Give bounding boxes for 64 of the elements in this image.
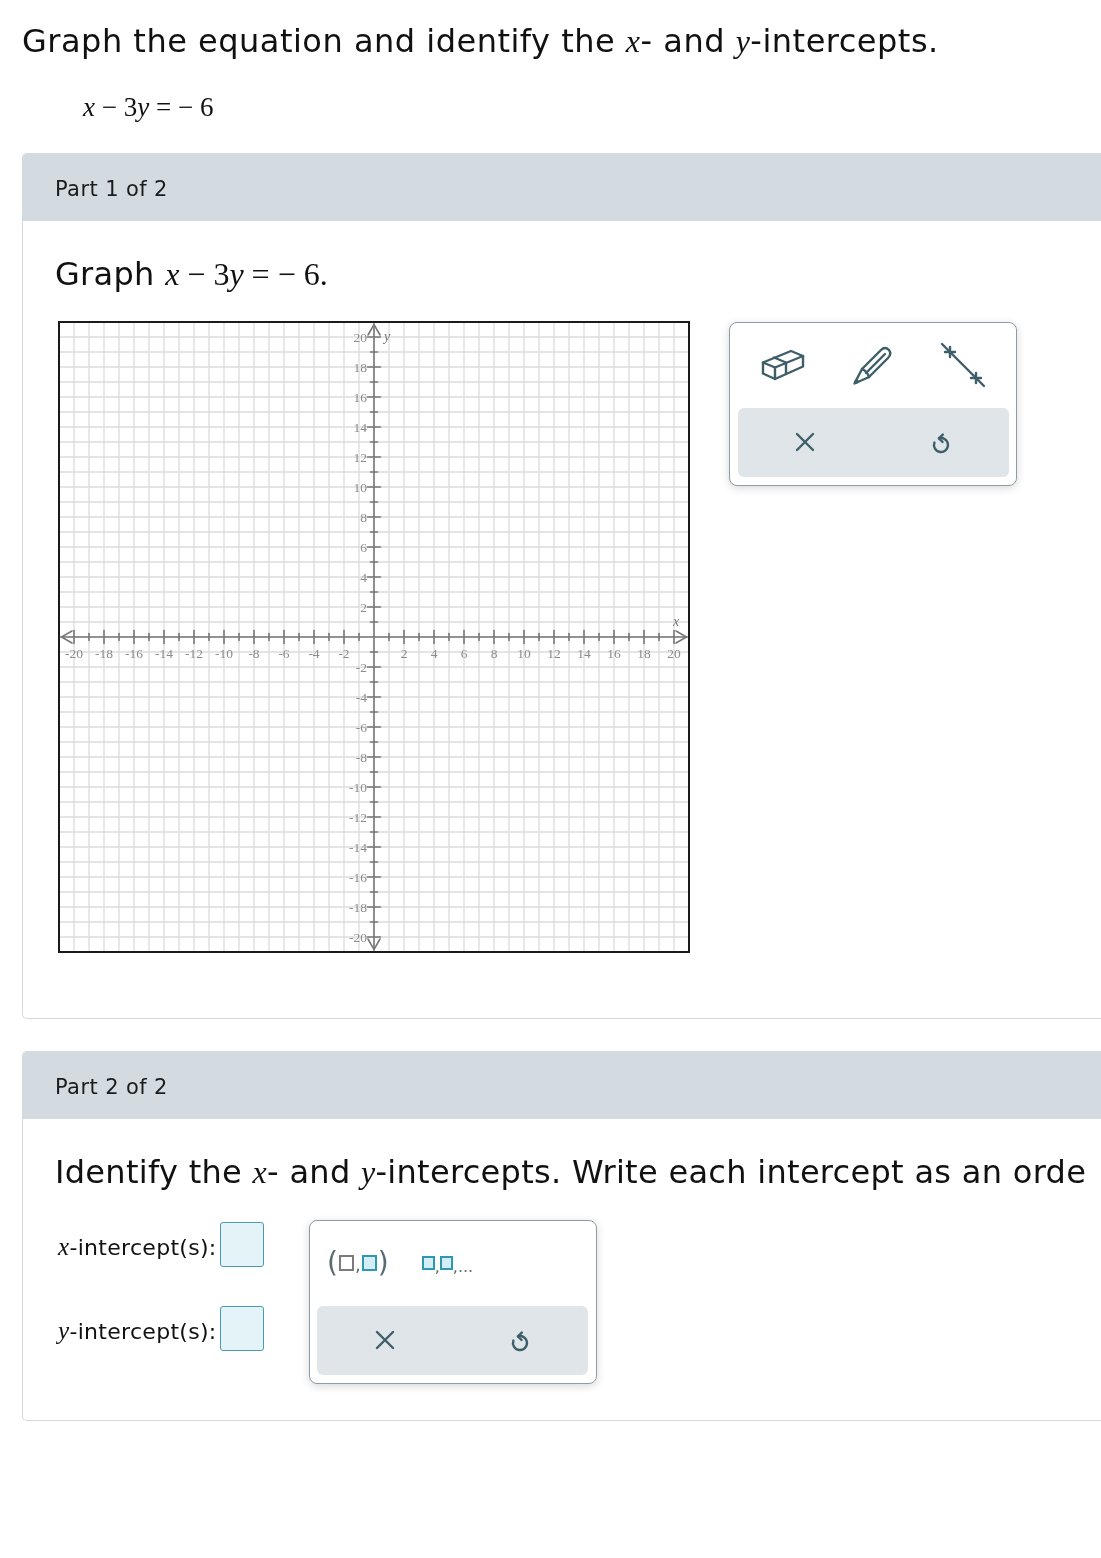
highlighted-square-icon	[361, 1255, 377, 1272]
tick-label: -16	[125, 646, 143, 661]
tick-label: 10	[353, 479, 367, 495]
tick-label: -4	[355, 689, 367, 705]
tick-label: -8	[248, 646, 260, 661]
instruction-text: Graph x − 3y = − 6.	[55, 254, 328, 294]
cross-icon	[374, 1330, 395, 1350]
tick-label: 8	[360, 509, 367, 525]
tick-label: -8	[355, 749, 367, 765]
tick-label: 10	[517, 646, 531, 661]
tick-label: -10	[215, 646, 233, 661]
question-prompt: Graph the equation and identify the x- and y-intercepts.	[22, 22, 939, 60]
tick-label: 18	[353, 359, 367, 375]
instruction-text: Identify the x- and y-intercepts. Write each intercept as an orde	[55, 1152, 1087, 1192]
tick-label: -6	[278, 646, 290, 661]
answer-field[interactable]	[219, 1306, 264, 1351]
tick-label: -2	[338, 646, 350, 661]
tick-label: 16	[353, 389, 367, 405]
empty-square-icon	[339, 1255, 355, 1272]
tick-label: -18	[349, 899, 367, 915]
highlighted-square-icon	[439, 1256, 453, 1271]
highlighted-square-icon	[421, 1256, 435, 1271]
tick-label: -2	[355, 659, 367, 675]
tick-label: -14	[349, 839, 367, 855]
tick-label: -20	[349, 929, 367, 945]
tick-label: 18	[637, 646, 651, 661]
axis-label: x	[672, 614, 680, 629]
part-title: Part 2 of 2	[55, 1074, 168, 1099]
tick-label: 14	[353, 419, 367, 435]
field-label: x-intercept(s):	[58, 1232, 217, 1262]
equation: x − 3y = − 6	[83, 91, 214, 123]
tick-label: -12	[349, 809, 367, 825]
field-label: y-intercept(s):	[58, 1316, 217, 1346]
tick-label: -16	[349, 869, 367, 885]
answer-field[interactable]	[219, 1222, 264, 1267]
tick-label: 6	[460, 646, 468, 661]
axis-label: y	[384, 329, 391, 344]
part-title: Part 1 of 2	[55, 176, 168, 201]
tick-label: 14	[577, 646, 591, 661]
undo-icon	[930, 430, 951, 454]
tick-label: -12	[185, 646, 203, 661]
tick-label: 4	[430, 646, 438, 661]
undo-icon	[510, 1328, 531, 1352]
line-segment-icon	[939, 342, 988, 389]
tick-label: 4	[360, 569, 367, 585]
tick-label: 16	[607, 646, 621, 661]
ordered-pair-button[interactable]: ( , )	[327, 1247, 389, 1280]
tick-label: 8	[490, 646, 498, 661]
tick-label: -10	[349, 779, 367, 795]
tick-label: 20	[353, 329, 367, 345]
tick-label: -4	[308, 646, 320, 661]
tick-label: 12	[547, 646, 561, 661]
tick-label: 2	[360, 599, 367, 615]
list-button[interactable]: , ,...	[421, 1247, 474, 1280]
eraser-icon	[759, 347, 806, 383]
tick-label: 12	[353, 449, 367, 465]
cross-icon	[795, 432, 816, 452]
tick-label: -18	[95, 646, 113, 661]
tick-label: 2	[400, 646, 408, 661]
tick-label: 6	[360, 539, 367, 555]
tick-label: 20	[667, 646, 681, 661]
tick-label: -14	[155, 646, 173, 661]
tick-label: -20	[65, 646, 83, 661]
tick-label: -6	[355, 719, 367, 735]
